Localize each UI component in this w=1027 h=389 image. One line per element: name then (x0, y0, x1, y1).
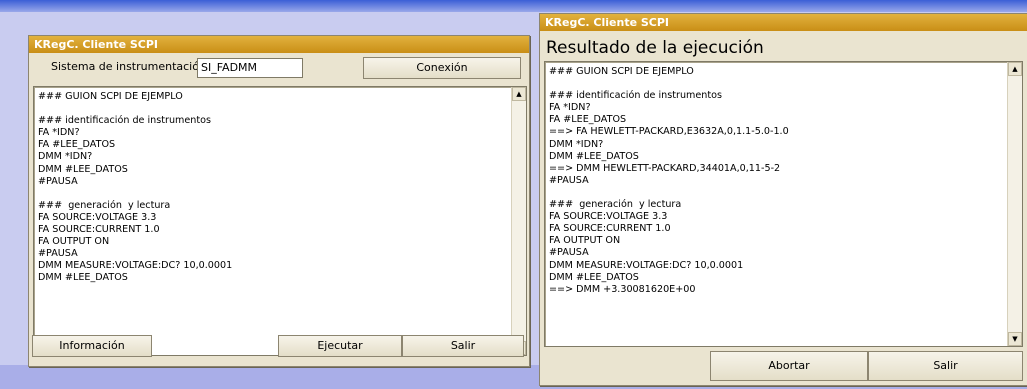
text-line: FA SOURCE:CURRENT 1.0 (549, 223, 671, 235)
text-line: FA *IDN? (38, 127, 80, 139)
text-line: FA #LEE_DATOS (549, 114, 627, 126)
output-lines: ### GUION SCPI DE EJEMPLO ### identifica… (545, 62, 1022, 296)
text-line: ### generación y lectura (549, 199, 682, 211)
scroll-down-icon[interactable]: ▼ (1008, 332, 1022, 346)
script-lines: ### GUION SCPI DE EJEMPLO ### identifica… (34, 87, 526, 285)
text-line: DMM #LEE_DATOS (38, 272, 128, 284)
text-line: ### generación y lectura (38, 199, 171, 211)
text-line: DMM *IDN? (38, 151, 93, 163)
desktop-band (0, 0, 1027, 12)
text-line: ### identificación de instrumentos (38, 115, 211, 127)
info-button[interactable]: Información (32, 335, 152, 357)
text-line: DMM #LEE_DATOS (549, 271, 639, 283)
window-title: KRegC. Cliente SCPI (29, 36, 529, 53)
system-input[interactable]: SI_FADMM (197, 58, 303, 78)
text-line: ==> DMM +3.30081620E+00 (549, 283, 696, 295)
text-line (38, 188, 526, 200)
abort-button[interactable]: Abortar (710, 351, 868, 381)
text-line: #PAUSA (38, 175, 78, 187)
run-button[interactable]: Ejecutar (278, 335, 402, 357)
window-title-right: KRegC. Cliente SCPI (540, 14, 1027, 31)
text-line: DMM *IDN? (549, 138, 604, 150)
text-line: ### identificación de instrumentos (549, 90, 722, 102)
result-output[interactable]: ### GUION SCPI DE EJEMPLO ### identifica… (544, 61, 1023, 347)
text-line: ### GUION SCPI DE EJEMPLO (38, 91, 183, 102)
text-line: ### GUION SCPI DE EJEMPLO (549, 66, 694, 77)
text-line: DMM MEASURE:VOLTAGE:DC? 10,0.0001 (38, 260, 233, 272)
vertical-scrollbar[interactable]: ▲ ▼ (511, 87, 526, 355)
exit-button-right[interactable]: Salir (868, 351, 1023, 381)
connect-button[interactable]: Conexión (363, 57, 521, 79)
text-line: FA #LEE_DATOS (38, 139, 116, 151)
text-line: ==> DMM HEWLETT-PACKARD,34401A,0,11-5-2 (549, 162, 781, 174)
scroll-up-icon[interactable]: ▲ (512, 87, 526, 101)
scroll-up-icon[interactable]: ▲ (1008, 62, 1022, 76)
text-line (549, 187, 1022, 199)
text-line: DMM #LEE_DATOS (549, 150, 639, 162)
text-line: FA *IDN? (549, 102, 591, 114)
text-line: FA SOURCE:VOLTAGE 3.3 (38, 211, 157, 223)
text-line: FA SOURCE:VOLTAGE 3.3 (549, 211, 668, 223)
text-line: #PAUSA (38, 248, 78, 260)
text-line: DMM #LEE_DATOS (38, 163, 128, 175)
text-line (549, 78, 1022, 90)
text-line: FA SOURCE:CURRENT 1.0 (38, 224, 160, 236)
text-line (38, 103, 526, 115)
result-heading: Resultado de la ejecución (546, 38, 764, 58)
text-line: FA OUTPUT ON (549, 235, 621, 247)
text-line: DMM MEASURE:VOLTAGE:DC? 10,0.0001 (549, 259, 744, 271)
vertical-scrollbar-right[interactable]: ▲ ▼ (1007, 62, 1022, 346)
text-line: #PAUSA (549, 247, 589, 259)
system-label: Sistema de instrumentación (51, 60, 206, 73)
exit-button-left[interactable]: Salir (402, 335, 524, 357)
result-window: KRegC. Cliente SCPI Resultado de la ejec… (539, 13, 1027, 386)
script-window: KRegC. Cliente SCPI Sistema de instrumen… (28, 35, 530, 367)
script-editor[interactable]: ### GUION SCPI DE EJEMPLO ### identifica… (33, 86, 527, 356)
text-line: ==> FA HEWLETT-PACKARD,E3632A,0,1.1-5.0-… (549, 126, 789, 138)
text-line: FA OUTPUT ON (38, 236, 110, 248)
text-line: #PAUSA (549, 174, 589, 186)
